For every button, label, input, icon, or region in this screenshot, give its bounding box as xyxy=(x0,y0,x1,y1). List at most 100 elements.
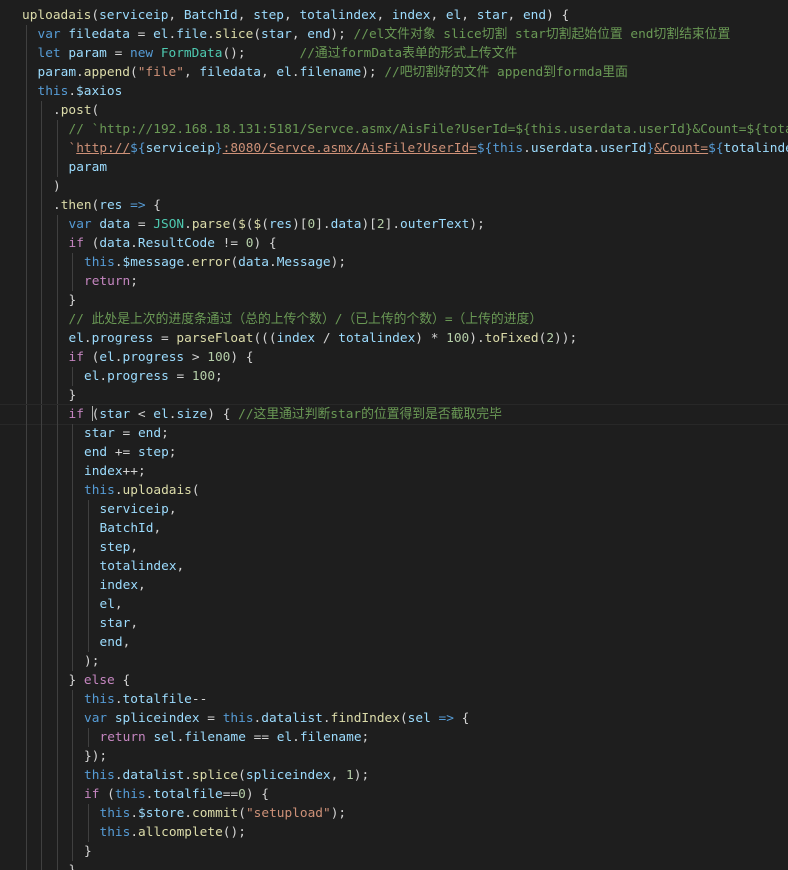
code-line[interactable]: this.datalist.splice(spliceindex, 1); xyxy=(0,766,788,785)
code-line[interactable]: end, xyxy=(0,633,788,652)
code-line[interactable]: var filedata = el.file.slice(star, end);… xyxy=(0,25,788,44)
code-token: end xyxy=(307,27,331,42)
code-text: el, xyxy=(100,595,123,614)
indent-guide xyxy=(56,443,58,462)
code-token: ( xyxy=(261,217,269,232)
code-line[interactable]: return; xyxy=(0,272,788,291)
code-line[interactable]: el, xyxy=(0,595,788,614)
code-token: , xyxy=(261,65,277,80)
code-token: //这里通过判断star的位置得到是否截取完毕 xyxy=(238,407,502,422)
indent-guide xyxy=(25,196,27,215)
code-text: if (el.progress > 100) { xyxy=(69,348,254,367)
code-token: = xyxy=(168,369,192,384)
code-line[interactable]: var data = JSON.parse($($(res)[0].data)[… xyxy=(0,215,788,234)
code-token: . xyxy=(68,84,77,99)
indent-guide xyxy=(72,367,73,386)
code-token: //通过formData表单的形式上传文件 xyxy=(299,46,518,61)
code-line[interactable]: uploadais(serviceip, BatchId, step, tota… xyxy=(0,6,788,25)
code-line[interactable]: } else { xyxy=(0,671,788,690)
indent-guide xyxy=(41,519,42,538)
code-token: star xyxy=(84,426,115,441)
code-token: $ xyxy=(238,217,246,232)
code-token: // 此处是上次的进度条通过（总的上传个数）/（已上传的个数）=（上传的进度） xyxy=(68,312,543,327)
indent-guide xyxy=(56,272,58,291)
code-line[interactable]: return sel.filename == el.filename; xyxy=(0,728,788,747)
indent-guide xyxy=(41,595,42,614)
code-line[interactable]: var spliceindex = this.datalist.findInde… xyxy=(0,709,788,728)
code-line[interactable]: // `http://192.168.18.131:5181/Servce.as… xyxy=(0,120,788,139)
code-token: $axios xyxy=(76,84,123,99)
code-line[interactable]: index++; xyxy=(0,462,788,481)
code-text: star, xyxy=(100,614,139,633)
code-line[interactable]: param.append("file", filedata, el.filena… xyxy=(0,63,788,82)
code-line[interactable]: this.allcomplete(); xyxy=(0,823,788,842)
code-token: 100 xyxy=(207,350,231,365)
code-line[interactable]: star = end; xyxy=(0,424,788,443)
indent-guide xyxy=(72,500,73,519)
code-line[interactable]: } xyxy=(0,291,788,310)
code-line[interactable]: BatchId, xyxy=(0,519,788,538)
code-token: ); xyxy=(330,806,347,821)
code-line[interactable]: this.$store.commit("setupload"); xyxy=(0,804,788,823)
indent-guide xyxy=(56,481,58,500)
code-line[interactable]: .post( xyxy=(0,101,788,120)
indent-guide xyxy=(41,424,42,443)
code-line[interactable]: el.progress = 100; xyxy=(0,367,788,386)
code-token: totalfile xyxy=(153,787,223,802)
code-token: el xyxy=(276,65,292,80)
indent-guide xyxy=(87,500,89,519)
code-token: ); xyxy=(469,217,485,232)
code-token: this xyxy=(84,768,115,783)
indent-guide xyxy=(41,538,42,557)
indent-guide xyxy=(56,652,58,671)
code-token: step xyxy=(99,540,131,555)
code-token: } xyxy=(69,863,77,870)
code-token: . xyxy=(130,806,139,821)
code-line[interactable]: // 此处是上次的进度条通过（总的上传个数）/（已上传的个数）=（上传的进度） xyxy=(0,310,788,329)
code-token: star xyxy=(261,27,292,42)
code-line[interactable]: this.$axios xyxy=(0,82,788,101)
code-line[interactable]: .then(res => { xyxy=(0,196,788,215)
code-token: ( xyxy=(238,768,246,783)
code-line[interactable]: star, xyxy=(0,614,788,633)
code-text: index, xyxy=(100,576,146,595)
code-token: $message xyxy=(122,255,185,270)
indent-guide xyxy=(56,424,58,443)
code-line[interactable]: ); xyxy=(0,652,788,671)
code-token: ) { xyxy=(253,236,277,251)
code-line[interactable]: this.totalfile-- xyxy=(0,690,788,709)
indent-guide xyxy=(56,614,58,633)
code-line[interactable]: index, xyxy=(0,576,788,595)
code-line[interactable]: if (star < el.size) { //这里通过判断star的位置得到是… xyxy=(0,404,788,425)
code-line[interactable]: if (this.totalfile==0) { xyxy=(0,785,788,804)
code-line[interactable]: } xyxy=(0,842,788,861)
code-text: if (data.ResultCode != 0) { xyxy=(69,234,277,253)
code-editor[interactable]: uploadais(serviceip, BatchId, step, tota… xyxy=(0,0,788,870)
code-line[interactable]: } xyxy=(0,386,788,405)
code-line[interactable]: ) xyxy=(0,177,788,196)
code-line[interactable]: }); xyxy=(0,747,788,766)
indent-guide xyxy=(72,690,73,709)
indent-guide xyxy=(87,557,89,576)
indent-guide xyxy=(72,633,73,652)
code-line[interactable]: if (data.ResultCode != 0) { xyxy=(0,234,788,253)
code-line[interactable]: this.uploadais( xyxy=(0,481,788,500)
indent-guide xyxy=(72,576,73,595)
code-line[interactable]: if (el.progress > 100) { xyxy=(0,348,788,367)
code-line[interactable]: totalindex, xyxy=(0,557,788,576)
code-token: this xyxy=(37,84,69,99)
code-line[interactable]: `http://${serviceip}:8080/Servce.asmx/Ai… xyxy=(0,139,788,158)
code-line[interactable]: this.$message.error(data.Message); xyxy=(0,253,788,272)
code-line[interactable]: step, xyxy=(0,538,788,557)
code-line[interactable]: } xyxy=(0,861,788,870)
indent-guide xyxy=(41,462,42,481)
code-token: , xyxy=(376,8,392,23)
code-line[interactable]: let param = new FormData(); //通过formData… xyxy=(0,44,788,63)
code-line[interactable]: el.progress = parseFloat(((index / total… xyxy=(0,329,788,348)
code-line[interactable]: param xyxy=(0,158,788,177)
indent-guide xyxy=(87,519,89,538)
code-token: this xyxy=(84,255,115,270)
code-line[interactable]: end += step; xyxy=(0,443,788,462)
code-line[interactable]: serviceip, xyxy=(0,500,788,519)
code-token: , xyxy=(183,65,200,80)
